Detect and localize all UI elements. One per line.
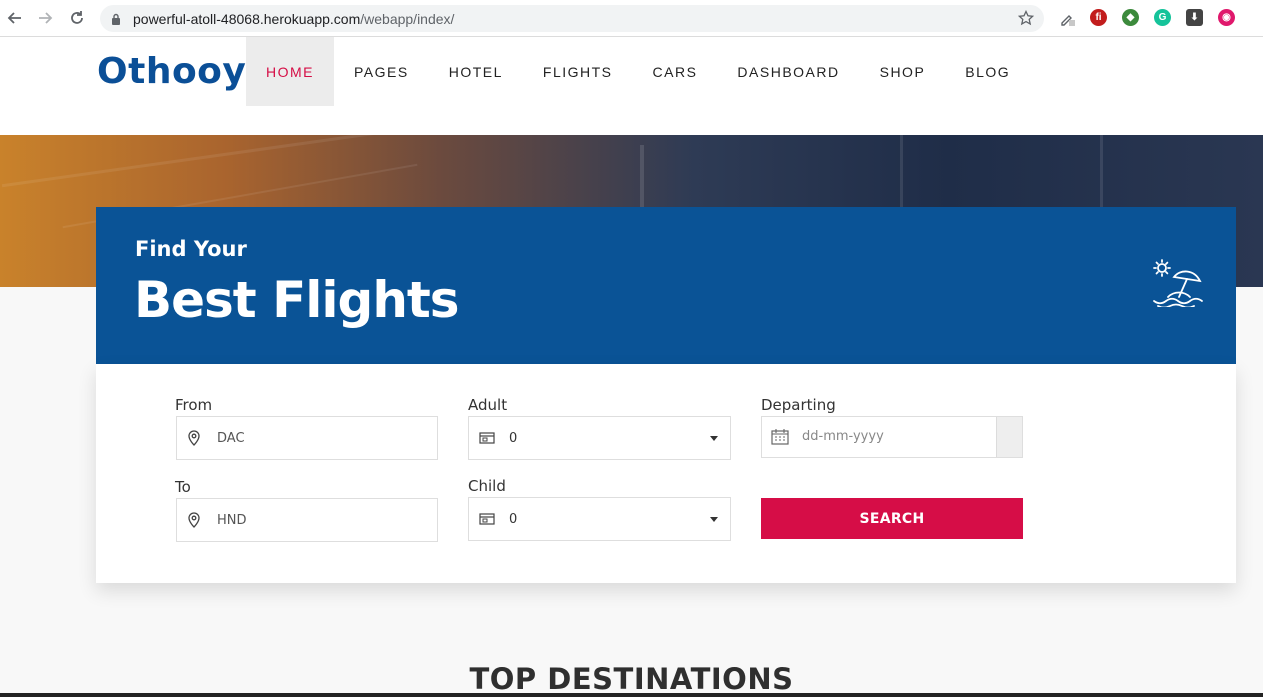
location-pin-icon: [187, 430, 201, 451]
light-streak: [1, 135, 419, 188]
card-heading: Best Flights: [134, 271, 460, 329]
site-header: Othooy HOME PAGES HOTEL FLIGHTS CARS DAS…: [0, 37, 1263, 135]
menu-item-flights[interactable]: FLIGHTS: [523, 37, 633, 106]
departing-date-field[interactable]: dd-mm-yyyy: [761, 416, 1023, 458]
search-button[interactable]: SEARCH: [761, 498, 1023, 539]
search-form: From DAC To HND Adult 0 Child 0 Departin…: [96, 364, 1236, 583]
adult-value: 0: [509, 431, 518, 446]
bookmark-star-icon[interactable]: [1017, 9, 1035, 31]
main-menu: HOME PAGES HOTEL FLIGHTS CARS DASHBOARD …: [246, 37, 1030, 106]
bottom-edge: [0, 693, 1263, 697]
site-logo[interactable]: Othooy: [97, 51, 246, 92]
search-card-header: Find Your Best Flights: [96, 207, 1236, 364]
id-card-icon: [479, 431, 495, 450]
menu-item-home[interactable]: HOME: [246, 37, 334, 106]
grammarly-extension-icon[interactable]: G: [1154, 9, 1171, 26]
download-extension-icon[interactable]: ⬇: [1186, 9, 1203, 26]
child-value: 0: [509, 512, 518, 527]
adult-select[interactable]: 0: [468, 416, 731, 460]
menu-item-hotel[interactable]: HOTEL: [429, 37, 523, 106]
address-bar[interactable]: powerful-atoll-48068.herokuapp.com/webap…: [100, 5, 1044, 32]
date-picker-button[interactable]: [996, 417, 1022, 457]
menu-item-pages[interactable]: PAGES: [334, 37, 429, 106]
eyedropper-extension-icon[interactable]: [1058, 9, 1075, 26]
from-value: DAC: [217, 431, 245, 446]
child-select[interactable]: 0: [468, 497, 731, 541]
departing-placeholder: dd-mm-yyyy: [802, 429, 884, 444]
globe-extension-icon[interactable]: ◆: [1122, 9, 1139, 26]
menu-item-shop[interactable]: SHOP: [860, 37, 946, 106]
card-kicker: Find Your: [135, 237, 247, 261]
menu-item-blog[interactable]: BLOG: [945, 37, 1030, 106]
departing-label: Departing: [761, 396, 836, 414]
url-text: powerful-atoll-48068.herokuapp.com/webap…: [133, 11, 454, 27]
chevron-down-icon: [710, 517, 718, 522]
back-icon[interactable]: [4, 7, 26, 29]
url-host: powerful-atoll-48068.herokuapp.com: [133, 11, 361, 27]
adult-label: Adult: [468, 396, 508, 414]
fi-extension-icon[interactable]: fi: [1090, 9, 1107, 26]
reload-icon[interactable]: [66, 7, 88, 29]
id-card-icon: [479, 512, 495, 531]
url-path: /webapp/index/: [360, 11, 455, 27]
from-label: From: [175, 396, 213, 414]
lock-icon: [111, 12, 121, 30]
forward-icon[interactable]: [34, 7, 56, 29]
menu-item-cars[interactable]: CARS: [633, 37, 718, 106]
calendar-icon: [771, 429, 789, 450]
from-field[interactable]: DAC: [176, 416, 438, 460]
record-extension-icon[interactable]: ◉: [1218, 9, 1235, 26]
to-field[interactable]: HND: [176, 498, 438, 542]
menu-item-dashboard[interactable]: DASHBOARD: [717, 37, 859, 106]
location-pin-icon: [187, 512, 201, 533]
child-label: Child: [468, 477, 506, 495]
chevron-down-icon: [710, 436, 718, 441]
section-title: TOP DESTINATIONS: [469, 662, 794, 696]
browser-toolbar: powerful-atoll-48068.herokuapp.com/webap…: [0, 0, 1263, 37]
to-value: HND: [217, 513, 247, 528]
beach-umbrella-icon: [1152, 259, 1208, 312]
to-label: To: [175, 478, 191, 496]
